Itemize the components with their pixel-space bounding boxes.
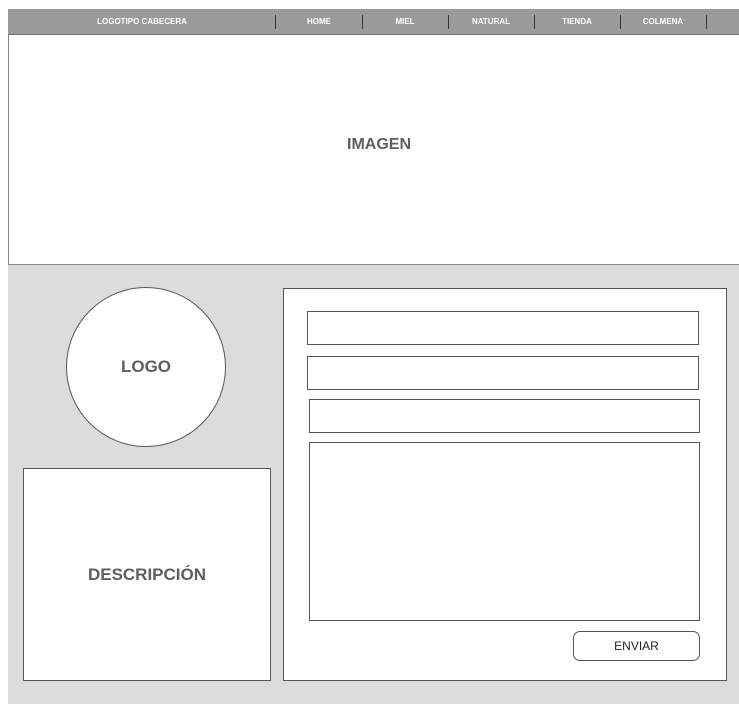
nav-item-miel[interactable]: MIEL (362, 9, 448, 34)
hero-label: IMAGEN (347, 136, 411, 153)
nav-item-tienda[interactable]: TIENDA (534, 9, 620, 34)
logo-placeholder: LOGO (66, 287, 226, 447)
form-field-3[interactable] (309, 399, 700, 433)
form-field-1[interactable] (307, 311, 699, 345)
description-box: DESCRIPCIÓN (23, 468, 271, 681)
hero-image-placeholder: IMAGEN (8, 35, 739, 265)
nav-item-home[interactable]: HOME (276, 9, 362, 34)
nav-separator (706, 15, 707, 29)
send-button[interactable]: ENVIAR (573, 631, 700, 661)
form-field-2[interactable] (307, 356, 699, 390)
logo-label: LOGO (120, 357, 172, 376)
message-textarea[interactable] (309, 442, 700, 621)
nav-item-colmena[interactable]: COLMENA (620, 9, 706, 34)
header-logo-text[interactable]: LOGOTIPO CABECERA (8, 9, 276, 34)
nav-item-natural[interactable]: NATURAL (448, 9, 534, 34)
header-bar: LOGOTIPO CABECERA HOME MIEL NATURAL TIEN… (8, 9, 739, 35)
description-label: DESCRIPCIÓN (87, 564, 207, 584)
